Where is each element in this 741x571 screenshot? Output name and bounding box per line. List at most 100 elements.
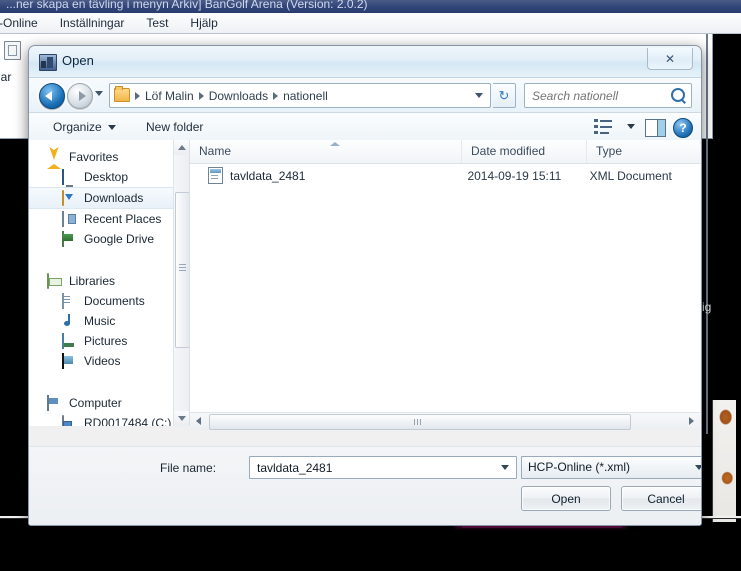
videos-icon (62, 353, 78, 369)
chevron-down-icon[interactable] (475, 93, 483, 98)
breadcrumb: Löf Malin Downloads nationell (134, 87, 332, 104)
navigation-pane-scrollbar[interactable] (173, 140, 189, 426)
documents-icon (62, 293, 78, 309)
breadcrumb-item-nationell[interactable]: nationell (279, 89, 332, 103)
search-input[interactable] (530, 86, 664, 105)
refresh-icon[interactable]: ↻ (493, 83, 516, 108)
search-icon[interactable] (671, 88, 685, 102)
google-drive-icon (62, 231, 78, 247)
column-header-date-modified[interactable]: Date modified (462, 140, 587, 163)
sidebar-item-videos[interactable]: Videos (29, 351, 189, 371)
nav-section-computer: Computer RD0017484 (C:) (29, 393, 189, 426)
menu-item-installningar[interactable]: Inställningar (49, 15, 136, 31)
nav-header-computer[interactable]: Computer (29, 393, 189, 413)
chevron-down-icon[interactable] (695, 465, 701, 470)
nav-header-favorites[interactable]: Favorites (29, 147, 189, 169)
scroll-up-icon[interactable] (174, 140, 189, 155)
sidebar-item-label: Downloads (84, 191, 144, 205)
close-icon[interactable]: ✕ (647, 48, 693, 70)
breadcrumb-item-downloads[interactable]: Downloads (205, 89, 272, 103)
back-arrow-icon[interactable] (39, 83, 65, 109)
navigation-pane: Favorites Desktop Downloads Recent Place… (29, 140, 190, 426)
column-header-name[interactable]: Name (190, 140, 462, 163)
music-icon (62, 314, 78, 328)
downloads-icon (62, 190, 78, 206)
menu-item-test[interactable]: Test (135, 15, 179, 31)
help-icon[interactable]: ? (673, 118, 693, 138)
sidebar-item-local-drive[interactable]: RD0017484 (C:) (29, 413, 189, 426)
app-magenta-highlight-shadow (462, 526, 622, 528)
app-partial-label-left: ll Bar (0, 70, 12, 84)
chevron-right-icon (198, 91, 204, 100)
recent-locations-icon[interactable] (95, 91, 103, 96)
hard-drive-icon (62, 415, 78, 426)
column-header-name-label: Name (199, 144, 232, 158)
nav-section-libraries: Libraries Documents Music Pictures Video… (29, 271, 189, 371)
preview-pane-icon[interactable] (645, 119, 666, 137)
scrollbar-thumb[interactable] (175, 192, 189, 348)
scroll-left-icon[interactable] (190, 413, 207, 429)
chevron-down-icon (107, 124, 116, 130)
chevron-down-icon[interactable] (627, 124, 635, 129)
nav-section-favorites: Favorites Desktop Downloads Recent Place… (29, 147, 189, 249)
dialog-title: Open (62, 53, 94, 68)
file-name-input[interactable] (255, 459, 489, 477)
breadcrumb-item-user[interactable]: Löf Malin (141, 89, 198, 103)
app-background-photo (712, 400, 736, 522)
address-bar[interactable]: Löf Malin Downloads nationell (109, 83, 491, 108)
xml-file-icon (208, 167, 223, 184)
nav-header-libraries[interactable]: Libraries (29, 271, 189, 291)
table-row[interactable]: tavldata_2481 2014-09-19 15:11 XML Docum… (190, 164, 700, 187)
file-type-cell: XML Document (589, 168, 672, 183)
file-list: Name Date modified Type tavldata_2481 20… (190, 140, 700, 426)
app-menu-bar: -Online Inställningar Test Hjälp (0, 13, 741, 34)
open-file-dialog: Open ✕ Löf Malin Downloads nationell ↻ S… (28, 45, 702, 526)
file-name-field[interactable] (249, 456, 517, 479)
organize-button[interactable]: Organize (47, 118, 122, 136)
forward-arrow-icon[interactable] (67, 83, 93, 109)
file-list-header: Name Date modified Type (190, 140, 700, 164)
sidebar-item-label: Documents (84, 294, 145, 308)
app-right-divider (706, 34, 708, 434)
desktop-icon (62, 169, 78, 185)
sidebar-item-music[interactable]: Music (29, 311, 189, 331)
chevron-right-icon (135, 91, 140, 100)
menu-item-online[interactable]: -Online (0, 15, 49, 31)
app-title-text: ...ner skapa en tävling i menyn Arkiv] B… (6, 0, 368, 11)
new-folder-button[interactable]: New folder (140, 118, 209, 136)
sidebar-item-desktop[interactable]: Desktop (29, 167, 189, 187)
cancel-button[interactable]: Cancel (621, 486, 701, 511)
pictures-icon (62, 333, 78, 349)
libraries-icon (47, 273, 63, 289)
file-type-filter-select[interactable]: HCP-Online (*.xml) (521, 456, 701, 479)
app-toolbar-icon (4, 41, 21, 60)
sidebar-item-recent-places[interactable]: Recent Places (29, 209, 189, 229)
file-list-horizontal-scrollbar[interactable] (190, 412, 700, 430)
app-partial-label-right: ig (702, 300, 712, 314)
sidebar-item-pictures[interactable]: Pictures (29, 331, 189, 351)
recent-places-icon (62, 211, 78, 227)
menu-item-hjalp[interactable]: Hjälp (179, 15, 228, 31)
sidebar-item-documents[interactable]: Documents (29, 291, 189, 311)
sidebar-item-label: Music (84, 314, 116, 328)
nav-header-label: Libraries (69, 274, 116, 288)
nav-header-label: Favorites (69, 150, 119, 164)
search-box[interactable] (524, 83, 692, 108)
computer-icon (47, 395, 63, 411)
scroll-down-icon[interactable] (174, 411, 189, 426)
folder-icon (114, 86, 130, 102)
file-name-label: File name: (160, 461, 217, 475)
file-name-cell: tavldata_2481 (230, 168, 306, 183)
open-button[interactable]: Open (521, 486, 611, 511)
star-icon (47, 150, 63, 169)
chevron-down-icon[interactable] (501, 465, 509, 470)
sidebar-item-label: Videos (84, 354, 121, 368)
nav-header-label: Computer (69, 396, 122, 410)
sidebar-item-downloads[interactable]: Downloads (29, 187, 189, 209)
column-header-type[interactable]: Type (587, 140, 700, 163)
scrollbar-thumb[interactable] (209, 414, 631, 430)
dialog-command-toolbar: Organize New folder ? (29, 113, 701, 143)
scroll-right-icon[interactable] (683, 413, 700, 429)
sidebar-item-google-drive[interactable]: Google Drive (29, 229, 189, 249)
view-options-icon[interactable] (594, 118, 614, 136)
